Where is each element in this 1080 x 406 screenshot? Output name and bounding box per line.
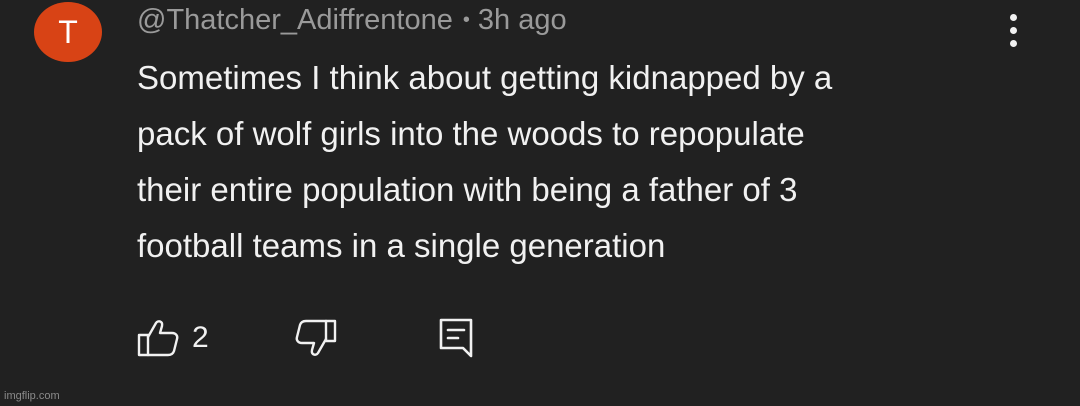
menu-dot [1009, 39, 1017, 47]
author-name[interactable]: @Thatcher_Adiffrentone [137, 4, 453, 37]
comment-line: football teams in a single generation [137, 227, 666, 264]
reply-button[interactable] [436, 316, 476, 360]
thumbs-down-icon [295, 319, 337, 356]
like-count: 2 [192, 321, 209, 354]
menu-dot [1009, 26, 1017, 34]
comment-header: @Thatcher_Adiffrentone • 3h ago [137, 3, 567, 37]
avatar-letter: T [58, 14, 78, 50]
comment-screen: T @Thatcher_Adiffrentone • 3h ago Someti… [0, 0, 1080, 406]
comment-line: pack of wolf girls into the woods to rep… [137, 115, 805, 152]
menu-dot [1009, 13, 1017, 21]
avatar[interactable]: T [34, 2, 102, 62]
header-separator: • [462, 8, 470, 31]
watermark: imgflip.com [4, 390, 60, 402]
comment-text: Sometimes I think about getting kidnappe… [137, 50, 1037, 274]
like-button[interactable]: 2 [136, 316, 209, 360]
reply-comment-icon [439, 318, 473, 358]
more-vertical-icon[interactable] [998, 8, 1028, 52]
comment-timestamp: 3h ago [477, 3, 567, 36]
dislike-button[interactable] [294, 316, 338, 360]
comment-line: Sometimes I think about getting kidnappe… [137, 59, 833, 96]
comment-line: their entire population with being a fat… [137, 171, 798, 208]
thumbs-up-icon [137, 320, 179, 357]
